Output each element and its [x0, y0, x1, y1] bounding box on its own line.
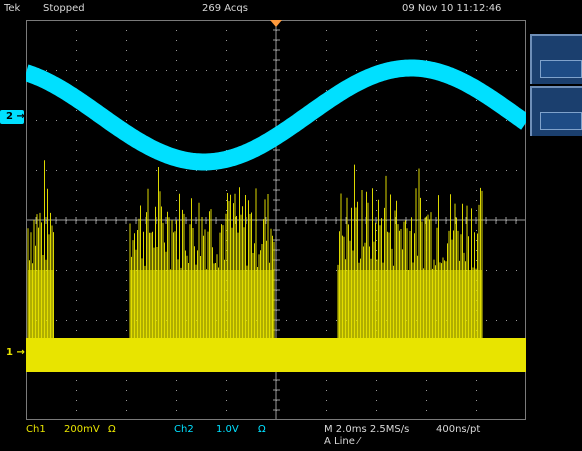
- ch2-scale[interactable]: 1.0V: [216, 424, 239, 435]
- brand-label: Tek: [4, 3, 21, 14]
- ch2-coupling-icon: Ω: [258, 424, 266, 435]
- datetime: 09 Nov 10 11:12:46: [402, 3, 502, 14]
- resolution-readout: 400ns/pt: [436, 424, 481, 435]
- ch1-scale[interactable]: 200mV: [64, 424, 100, 435]
- waveform-display: [26, 20, 526, 420]
- timebase-readout[interactable]: M 2.0ms 2.5MS/s: [324, 424, 409, 435]
- readout-bar: Ch1 200mV Ω Ch2 1.0V Ω M 2.0ms 2.5MS/s 4…: [0, 420, 582, 451]
- ch2-ground-marker[interactable]: 2 →: [0, 110, 25, 124]
- ch1-coupling-icon: Ω: [108, 424, 116, 435]
- side-menu-field-2[interactable]: [540, 112, 582, 130]
- acquisition-count: 269 Acqs: [202, 3, 248, 14]
- ch2-label[interactable]: Ch2: [174, 424, 194, 435]
- trigger-readout[interactable]: A Line ⁄: [324, 436, 360, 447]
- side-menu-button-1[interactable]: [530, 34, 582, 84]
- ch1-burst-fill-3: [338, 270, 482, 340]
- ch1-burst-fill-1: [28, 270, 54, 340]
- graticule-and-traces: [26, 20, 526, 420]
- trigger-position-icon: [270, 20, 282, 27]
- ch1-label[interactable]: Ch1: [26, 424, 46, 435]
- ch1-burst-fill-2: [130, 270, 274, 340]
- ch1-baseline-band: [26, 338, 526, 372]
- status-bar: Tek Stopped 269 Acqs 09 Nov 10 11:12:46: [0, 0, 582, 20]
- side-menu-button-2[interactable]: [530, 86, 582, 136]
- side-menu-field-1[interactable]: [540, 60, 582, 78]
- ch1-ground-marker[interactable]: 1 →: [6, 347, 25, 358]
- acquisition-state: Stopped: [43, 3, 85, 14]
